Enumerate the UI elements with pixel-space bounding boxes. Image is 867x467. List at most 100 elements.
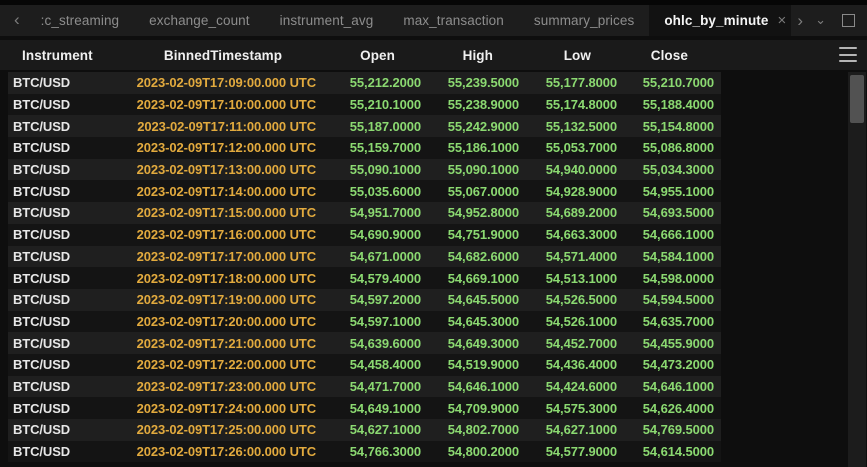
cell-timestamp: 2023-02-09T17:20:00.000 UTC <box>130 314 316 329</box>
cell-instrument: BTC/USD <box>8 271 130 286</box>
cell-open: 54,639.6000 <box>316 336 421 351</box>
cell-open: 54,649.1000 <box>316 401 421 416</box>
cell-high: 54,649.3000 <box>421 336 519 351</box>
table-row[interactable]: BTC/USD 2023-02-09T17:11:00.000 UTC 55,1… <box>8 115 721 137</box>
cell-timestamp: 2023-02-09T17:17:00.000 UTC <box>130 249 316 264</box>
table-row[interactable]: BTC/USD 2023-02-09T17:10:00.000 UTC 55,2… <box>8 94 721 116</box>
cell-high: 55,242.9000 <box>421 119 519 134</box>
tab-ohlc-by-minute[interactable]: ohlc_by_minute × <box>649 5 791 36</box>
cell-low: 55,177.8000 <box>519 75 617 90</box>
table-row[interactable]: BTC/USD 2023-02-09T17:15:00.000 UTC 54,9… <box>8 202 721 224</box>
cell-instrument: BTC/USD <box>8 227 130 242</box>
cell-instrument: BTC/USD <box>8 357 130 372</box>
cell-low: 54,526.5000 <box>519 292 617 307</box>
cell-timestamp: 2023-02-09T17:18:00.000 UTC <box>130 271 316 286</box>
cell-instrument: BTC/USD <box>8 444 130 459</box>
cell-instrument: BTC/USD <box>8 379 130 394</box>
table-row[interactable]: BTC/USD 2023-02-09T17:23:00.000 UTC 54,4… <box>8 376 721 398</box>
table-row[interactable]: BTC/USD 2023-02-09T17:24:00.000 UTC 54,6… <box>8 397 721 419</box>
column-header-binnedtimestamp[interactable]: BinnedTimestamp <box>130 48 316 63</box>
cell-low: 54,940.0000 <box>519 162 617 177</box>
tab-exchange-count[interactable]: exchange_count <box>134 5 264 36</box>
cell-timestamp: 2023-02-09T17:23:00.000 UTC <box>130 379 316 394</box>
table-row[interactable]: BTC/USD 2023-02-09T17:09:00.000 UTC 55,2… <box>8 72 721 94</box>
cell-high: 55,090.1000 <box>421 162 519 177</box>
tab--c-streaming[interactable]: :c_streaming <box>26 5 134 36</box>
cell-high: 54,751.9000 <box>421 227 519 242</box>
cell-low: 55,053.7000 <box>519 140 617 155</box>
cell-close: 55,154.8000 <box>617 119 714 134</box>
cell-low: 54,577.9000 <box>519 444 617 459</box>
column-header-instrument[interactable]: Instrument <box>8 48 130 63</box>
cell-close: 54,646.1000 <box>617 379 714 394</box>
tab-close-icon[interactable]: × <box>778 13 787 28</box>
tab-max-transaction[interactable]: max_transaction <box>388 5 519 36</box>
table-row[interactable]: BTC/USD 2023-02-09T17:14:00.000 UTC 55,0… <box>8 180 721 202</box>
table-row[interactable]: BTC/USD 2023-02-09T17:20:00.000 UTC 54,5… <box>8 311 721 333</box>
cell-close: 54,955.1000 <box>617 184 714 199</box>
cell-instrument: BTC/USD <box>8 314 130 329</box>
cell-high: 54,645.5000 <box>421 292 519 307</box>
cell-low: 54,526.1000 <box>519 314 617 329</box>
cell-timestamp: 2023-02-09T17:21:00.000 UTC <box>130 336 316 351</box>
tab-summary-prices[interactable]: summary_prices <box>519 5 649 36</box>
cell-timestamp: 2023-02-09T17:09:00.000 UTC <box>130 75 316 90</box>
cell-high: 55,067.0000 <box>421 184 519 199</box>
cell-high: 54,646.1000 <box>421 379 519 394</box>
table-row[interactable]: BTC/USD 2023-02-09T17:16:00.000 UTC 54,6… <box>8 224 721 246</box>
column-header-high[interactable]: High <box>421 48 519 63</box>
cell-close: 54,693.5000 <box>617 205 714 220</box>
cell-timestamp: 2023-02-09T17:26:00.000 UTC <box>130 444 316 459</box>
cell-high: 55,239.5000 <box>421 75 519 90</box>
cell-open: 54,766.3000 <box>316 444 421 459</box>
table-row[interactable]: BTC/USD 2023-02-09T17:13:00.000 UTC 55,0… <box>8 159 721 181</box>
cell-instrument: BTC/USD <box>8 205 130 220</box>
cell-timestamp: 2023-02-09T17:11:00.000 UTC <box>130 119 316 134</box>
tab-label: exchange_count <box>149 13 249 28</box>
cell-timestamp: 2023-02-09T17:16:00.000 UTC <box>130 227 316 242</box>
cell-low: 55,132.5000 <box>519 119 617 134</box>
cell-open: 54,579.4000 <box>316 271 421 286</box>
table-row[interactable]: BTC/USD 2023-02-09T17:25:00.000 UTC 54,6… <box>8 419 721 441</box>
cell-instrument: BTC/USD <box>8 249 130 264</box>
table-row[interactable]: BTC/USD 2023-02-09T17:26:00.000 UTC 54,7… <box>8 441 721 463</box>
tabs-list: :c_streaming exchange_count instrument_a… <box>26 5 792 36</box>
column-header-close[interactable]: Close <box>617 48 714 63</box>
cell-high: 54,800.2000 <box>421 444 519 459</box>
cell-open: 54,627.1000 <box>316 422 421 437</box>
column-header-open[interactable]: Open <box>316 48 421 63</box>
cell-open: 54,597.1000 <box>316 314 421 329</box>
cell-instrument: BTC/USD <box>8 119 130 134</box>
table-row[interactable]: BTC/USD 2023-02-09T17:17:00.000 UTC 54,6… <box>8 246 721 268</box>
cell-timestamp: 2023-02-09T17:12:00.000 UTC <box>130 140 316 155</box>
maximize-icon[interactable] <box>842 14 855 27</box>
table-row[interactable]: BTC/USD 2023-02-09T17:22:00.000 UTC 54,4… <box>8 354 721 376</box>
tab-label: max_transaction <box>403 13 504 28</box>
tabs-scroll-left-icon[interactable]: ‹ <box>8 5 26 36</box>
table-row[interactable]: BTC/USD 2023-02-09T17:19:00.000 UTC 54,5… <box>8 289 721 311</box>
cell-close: 54,598.0000 <box>617 271 714 286</box>
column-header-low[interactable]: Low <box>519 48 617 63</box>
tab-instrument-avg[interactable]: instrument_avg <box>265 5 389 36</box>
tabs-scroll-right-icon[interactable]: › <box>791 6 809 35</box>
cell-high: 54,682.6000 <box>421 249 519 264</box>
cell-timestamp: 2023-02-09T17:25:00.000 UTC <box>130 422 316 437</box>
cell-high: 54,519.9000 <box>421 357 519 372</box>
scrollbar-thumb[interactable] <box>850 75 864 123</box>
table-row[interactable]: BTC/USD 2023-02-09T17:18:00.000 UTC 54,5… <box>8 267 721 289</box>
tabs-dropdown-icon[interactable]: ⌄ <box>809 5 832 34</box>
tab-label: ohlc_by_minute <box>664 13 768 28</box>
menu-icon[interactable] <box>839 47 857 62</box>
tab-label: summary_prices <box>534 13 634 28</box>
column-headers: Instrument BinnedTimestamp Open High Low… <box>8 40 721 70</box>
cell-high: 55,238.9000 <box>421 97 519 112</box>
cell-low: 54,436.4000 <box>519 357 617 372</box>
cell-high: 54,952.8000 <box>421 205 519 220</box>
table-row[interactable]: BTC/USD 2023-02-09T17:12:00.000 UTC 55,1… <box>8 137 721 159</box>
tab-bar: ‹ :c_streaming exchange_count instrument… <box>0 5 867 36</box>
scrollbar[interactable] <box>848 72 866 467</box>
tab-label: :c_streaming <box>41 13 119 28</box>
cell-close: 54,594.5000 <box>617 292 714 307</box>
table-row[interactable]: BTC/USD 2023-02-09T17:21:00.000 UTC 54,6… <box>8 332 721 354</box>
cell-high: 54,645.3000 <box>421 314 519 329</box>
